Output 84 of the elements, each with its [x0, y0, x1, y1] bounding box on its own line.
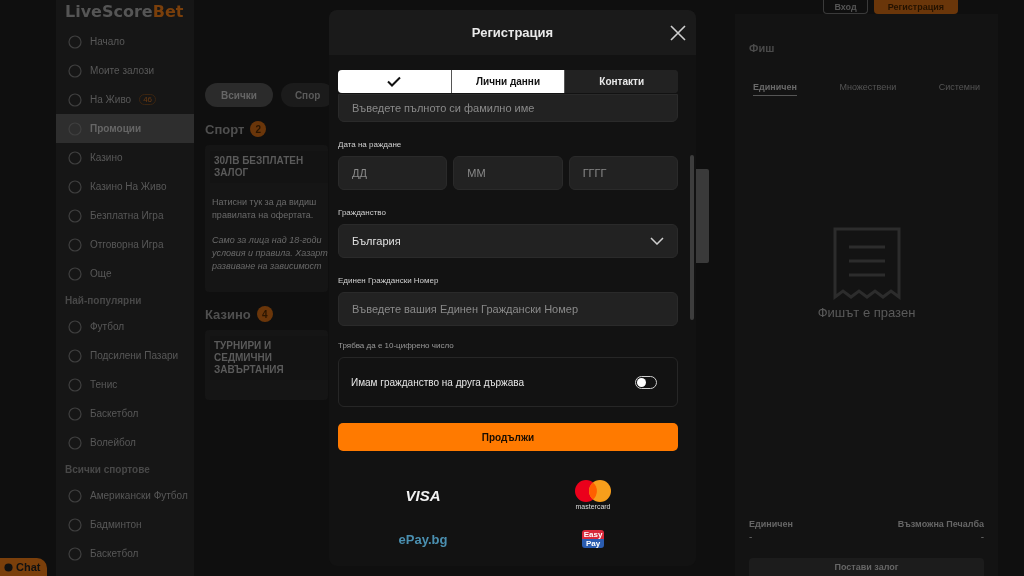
field-label: Дата на раждане: [338, 140, 403, 149]
sidebar-item[interactable]: Моите залози: [56, 56, 194, 85]
date-field[interactable]: ММ: [453, 156, 563, 190]
sidebar-item[interactable]: Начало: [56, 27, 194, 56]
close-button[interactable]: [669, 24, 687, 42]
surname-field[interactable]: Въведете пълното си фамилно име: [338, 94, 678, 122]
header-button[interactable]: Регистрация: [873, 0, 958, 14]
sidebar-item[interactable]: Баскетбол: [56, 399, 194, 428]
circle-icon: [68, 319, 82, 334]
chevron-down-icon: [650, 237, 664, 245]
circle-icon: [68, 517, 82, 532]
card-text: правилата на офертата.: [212, 209, 315, 222]
easypay-logo: Easy Pay: [582, 530, 604, 548]
sidebar-item[interactable]: Бадминтон: [56, 510, 194, 539]
circle-icon: [68, 406, 82, 421]
date-field[interactable]: ГГГГ: [568, 156, 678, 190]
checkmark-icon: [387, 76, 402, 87]
circle-icon: [68, 34, 82, 49]
empty-message: Фишът е празен: [817, 305, 916, 320]
continue-button[interactable]: Продължи: [338, 423, 678, 451]
field-hint: Трябва да е 10-цифрено число: [338, 341, 455, 350]
summary-value: -: [980, 531, 984, 542]
card-note: Само за лица над 18-годи: [212, 235, 323, 248]
circle-icon: [68, 488, 82, 503]
slip-tab[interactable]: Единичен: [753, 82, 797, 96]
chat-bubble-icon: [4, 562, 13, 572]
circle-icon: [68, 546, 82, 561]
circle-icon: [68, 179, 82, 194]
field-label: Гражданство: [338, 208, 387, 217]
receipt-icon: [832, 227, 901, 301]
sidebar-item[interactable]: Още: [56, 259, 194, 288]
citizenship-select[interactable]: България: [338, 224, 678, 258]
section-title: Спорт: [205, 121, 245, 137]
circle-icon: [68, 150, 82, 165]
sidebar-item[interactable]: Американски Футбол: [56, 481, 194, 510]
circle-icon: [68, 348, 82, 363]
filter-chip[interactable]: Всички: [205, 83, 273, 107]
toggle-label: Имам гражданство на друга държава: [351, 376, 525, 388]
sidebar-item[interactable]: Казино На Живо: [56, 172, 194, 201]
egn-field[interactable]: Въведете вашия Единен Граждански Номер: [338, 292, 678, 326]
summary-label: Единичен: [749, 519, 793, 529]
summary-label: Възможна Печалба: [897, 519, 984, 529]
sidebar-item[interactable]: Казино: [56, 143, 194, 172]
sidebar-item[interactable]: На Живо 46: [56, 85, 194, 114]
promo-card[interactable]: ТУРНИРИ И СЕДМИЧНИ ЗАВЪРТАНИЯ: [205, 330, 328, 401]
visa-logo: VISA: [405, 486, 441, 504]
logo-text: LiveScore: [65, 1, 153, 21]
circle-icon: [68, 92, 82, 107]
sidebar-item[interactable]: Футбол: [56, 312, 194, 341]
promo-card[interactable]: 30ЛВ БЕЗПЛАТЕН ЗАЛОГ Натисни тук за да видиш правилата на офертата. Само за лица над 18-годи условия и правила. Хазарт развиване на зависимост: [205, 145, 328, 293]
card-note: условия и правила. Хазарт: [212, 248, 328, 260]
sidebar-item[interactable]: Тенис: [56, 370, 194, 399]
card-title: 30ЛВ БЕЗПЛАТЕН ЗАЛОГ: [214, 155, 305, 179]
sidebar-item[interactable]: Безплатна Игра: [56, 201, 194, 230]
card-text: Натисни тук за да видиш: [212, 197, 318, 209]
count-badge: 2: [250, 121, 267, 137]
date-field[interactable]: ДД: [338, 156, 448, 190]
slip-tab[interactable]: Множествени: [839, 82, 897, 96]
place-bet-button[interactable]: Постави залог: [749, 558, 984, 576]
field-label: Единен Граждански Номер: [338, 276, 440, 285]
sidebar-item[interactable]: Волейбол: [56, 428, 194, 457]
dialog-title: Регистрация: [471, 25, 554, 40]
sidebar-item[interactable]: Подсилени Пазари: [56, 341, 194, 370]
circle-icon: [68, 63, 82, 78]
sidebar-item[interactable]: Промоции: [56, 114, 194, 143]
card-title: ТУРНИРИ И СЕДМИЧНИ ЗАВЪРТАНИЯ: [214, 340, 285, 377]
sidebar-item[interactable]: Баскетбол: [56, 539, 194, 568]
circle-icon: [68, 237, 82, 252]
circle-icon: [68, 266, 82, 281]
sidebar-item[interactable]: Отговорна Игра: [56, 230, 194, 259]
circle-icon: [68, 208, 82, 223]
slip-tab[interactable]: Системни: [938, 82, 980, 96]
circle-icon: [68, 435, 82, 450]
count-badge: 4: [256, 306, 273, 323]
section-title: Казино: [205, 306, 251, 322]
epay-logo: ePay.bg: [398, 531, 448, 547]
chat-button[interactable]: Chat: [0, 558, 47, 576]
close-icon: [670, 25, 686, 41]
logo-text: Bet: [152, 1, 184, 21]
card-note: развиване на зависимост: [212, 260, 323, 273]
step-tab[interactable]: [338, 70, 452, 93]
step-tab[interactable]: Лични данни: [451, 70, 566, 93]
circle-icon: [68, 377, 82, 392]
summary-value: -: [749, 531, 754, 542]
